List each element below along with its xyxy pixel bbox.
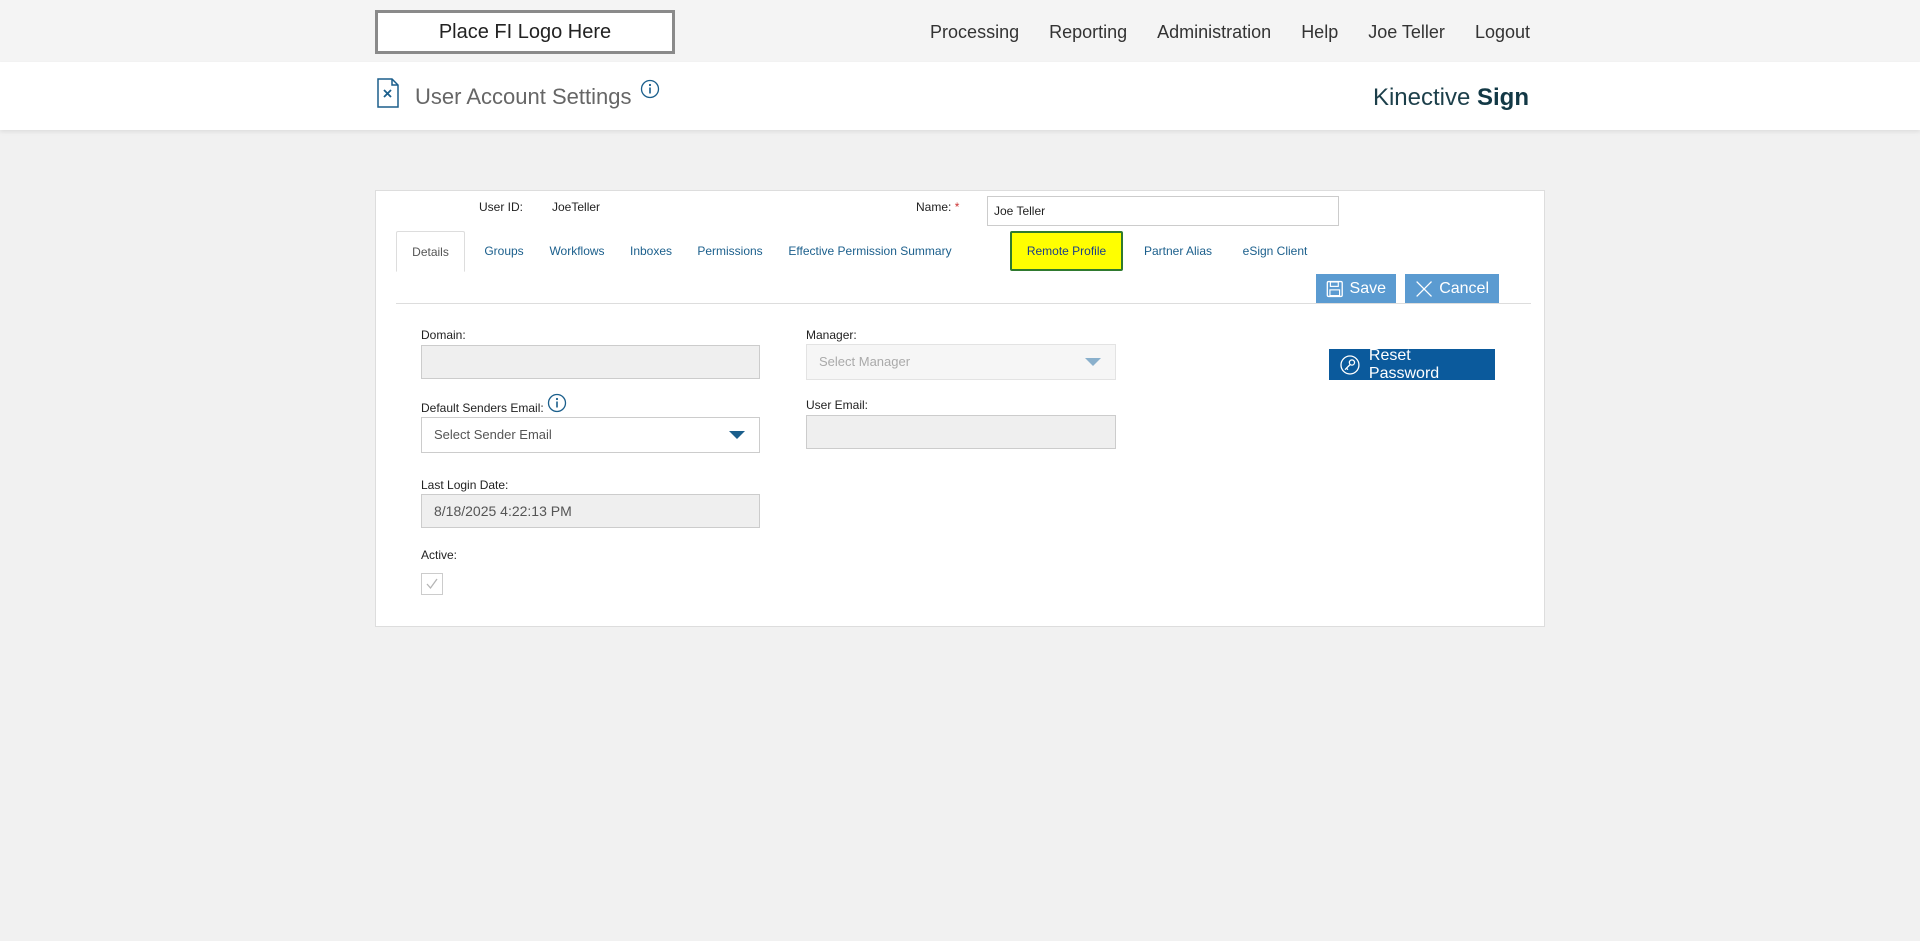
sender-email-placeholder: Select Sender Email bbox=[434, 427, 552, 442]
chevron-down-icon bbox=[1085, 358, 1101, 366]
tab-details[interactable]: Details bbox=[396, 231, 465, 272]
brand-logo: Kinective Sign bbox=[1372, 84, 1529, 111]
active-label: Active: bbox=[421, 548, 458, 562]
document-settings-icon bbox=[377, 78, 399, 108]
tab-esign-client[interactable]: eSign Client bbox=[1233, 231, 1317, 271]
last-login-date-field: 8/18/2025 4:22:13 PM bbox=[421, 494, 760, 528]
nav-administration[interactable]: Administration bbox=[1157, 22, 1271, 43]
active-checkbox[interactable] bbox=[421, 573, 443, 595]
nav-reporting[interactable]: Reporting bbox=[1049, 22, 1127, 43]
info-icon[interactable] bbox=[640, 79, 660, 99]
nav-help[interactable]: Help bbox=[1301, 22, 1338, 43]
floppy-disk-icon bbox=[1326, 280, 1343, 297]
close-icon bbox=[1416, 280, 1433, 297]
checkmark-icon bbox=[426, 578, 438, 590]
last-login-date-label: Last Login Date: bbox=[421, 478, 509, 492]
default-senders-email-label: Default Senders Email: bbox=[421, 401, 544, 415]
user-id-label: User ID: bbox=[479, 200, 524, 214]
manager-select[interactable]: Select Manager bbox=[806, 344, 1116, 380]
page-title: User Account Settings bbox=[415, 84, 632, 109]
name-input[interactable]: Joe Teller bbox=[987, 196, 1339, 226]
top-bar: Place FI Logo Here Processing Reporting … bbox=[0, 0, 1920, 62]
save-button[interactable]: Save bbox=[1316, 274, 1396, 303]
cancel-label: Cancel bbox=[1439, 279, 1489, 297]
name-label: Name: * bbox=[916, 200, 960, 214]
tab-remote-profile[interactable]: Remote Profile bbox=[1010, 231, 1123, 271]
tab-inboxes[interactable]: Inboxes bbox=[622, 231, 680, 271]
tab-workflows[interactable]: Workflows bbox=[542, 231, 612, 271]
reset-password-button[interactable]: Reset Password bbox=[1329, 346, 1495, 382]
default-senders-email-select[interactable]: Select Sender Email bbox=[421, 417, 760, 453]
nav-logout[interactable]: Logout bbox=[1475, 22, 1530, 43]
domain-field[interactable] bbox=[421, 345, 760, 379]
user-email-field[interactable] bbox=[806, 415, 1116, 449]
key-icon bbox=[1340, 354, 1360, 375]
nav-user-name[interactable]: Joe Teller bbox=[1368, 22, 1445, 43]
save-label: Save bbox=[1349, 279, 1386, 297]
tab-permissions[interactable]: Permissions bbox=[690, 231, 770, 271]
fi-logo-placeholder[interactable]: Place FI Logo Here bbox=[375, 10, 675, 54]
user-id-value: JoeTeller bbox=[552, 200, 601, 214]
domain-label: Domain: bbox=[421, 328, 466, 342]
user-email-label: User Email: bbox=[806, 398, 869, 412]
user-settings-card: User ID: JoeTeller Name: * Joe Teller De… bbox=[375, 190, 1545, 627]
tab-groups[interactable]: Groups bbox=[476, 231, 532, 271]
required-marker: * bbox=[954, 200, 960, 214]
sender-email-info-icon[interactable] bbox=[547, 393, 567, 413]
reset-password-label: Reset Password bbox=[1368, 346, 1440, 382]
chevron-down-icon bbox=[729, 431, 745, 439]
nav-processing[interactable]: Processing bbox=[930, 22, 1019, 43]
manager-label: Manager: bbox=[806, 328, 857, 342]
page-header: User Account Settings Kinective Sign bbox=[0, 62, 1920, 130]
cancel-button[interactable]: Cancel bbox=[1405, 274, 1499, 303]
tabs-divider bbox=[396, 303, 1531, 304]
manager-placeholder: Select Manager bbox=[819, 354, 911, 369]
tab-effective-permission-summary[interactable]: Effective Permission Summary bbox=[780, 231, 960, 271]
top-nav: Processing Reporting Administration Help… bbox=[930, 22, 1530, 43]
tab-partner-alias[interactable]: Partner Alias bbox=[1133, 231, 1223, 271]
